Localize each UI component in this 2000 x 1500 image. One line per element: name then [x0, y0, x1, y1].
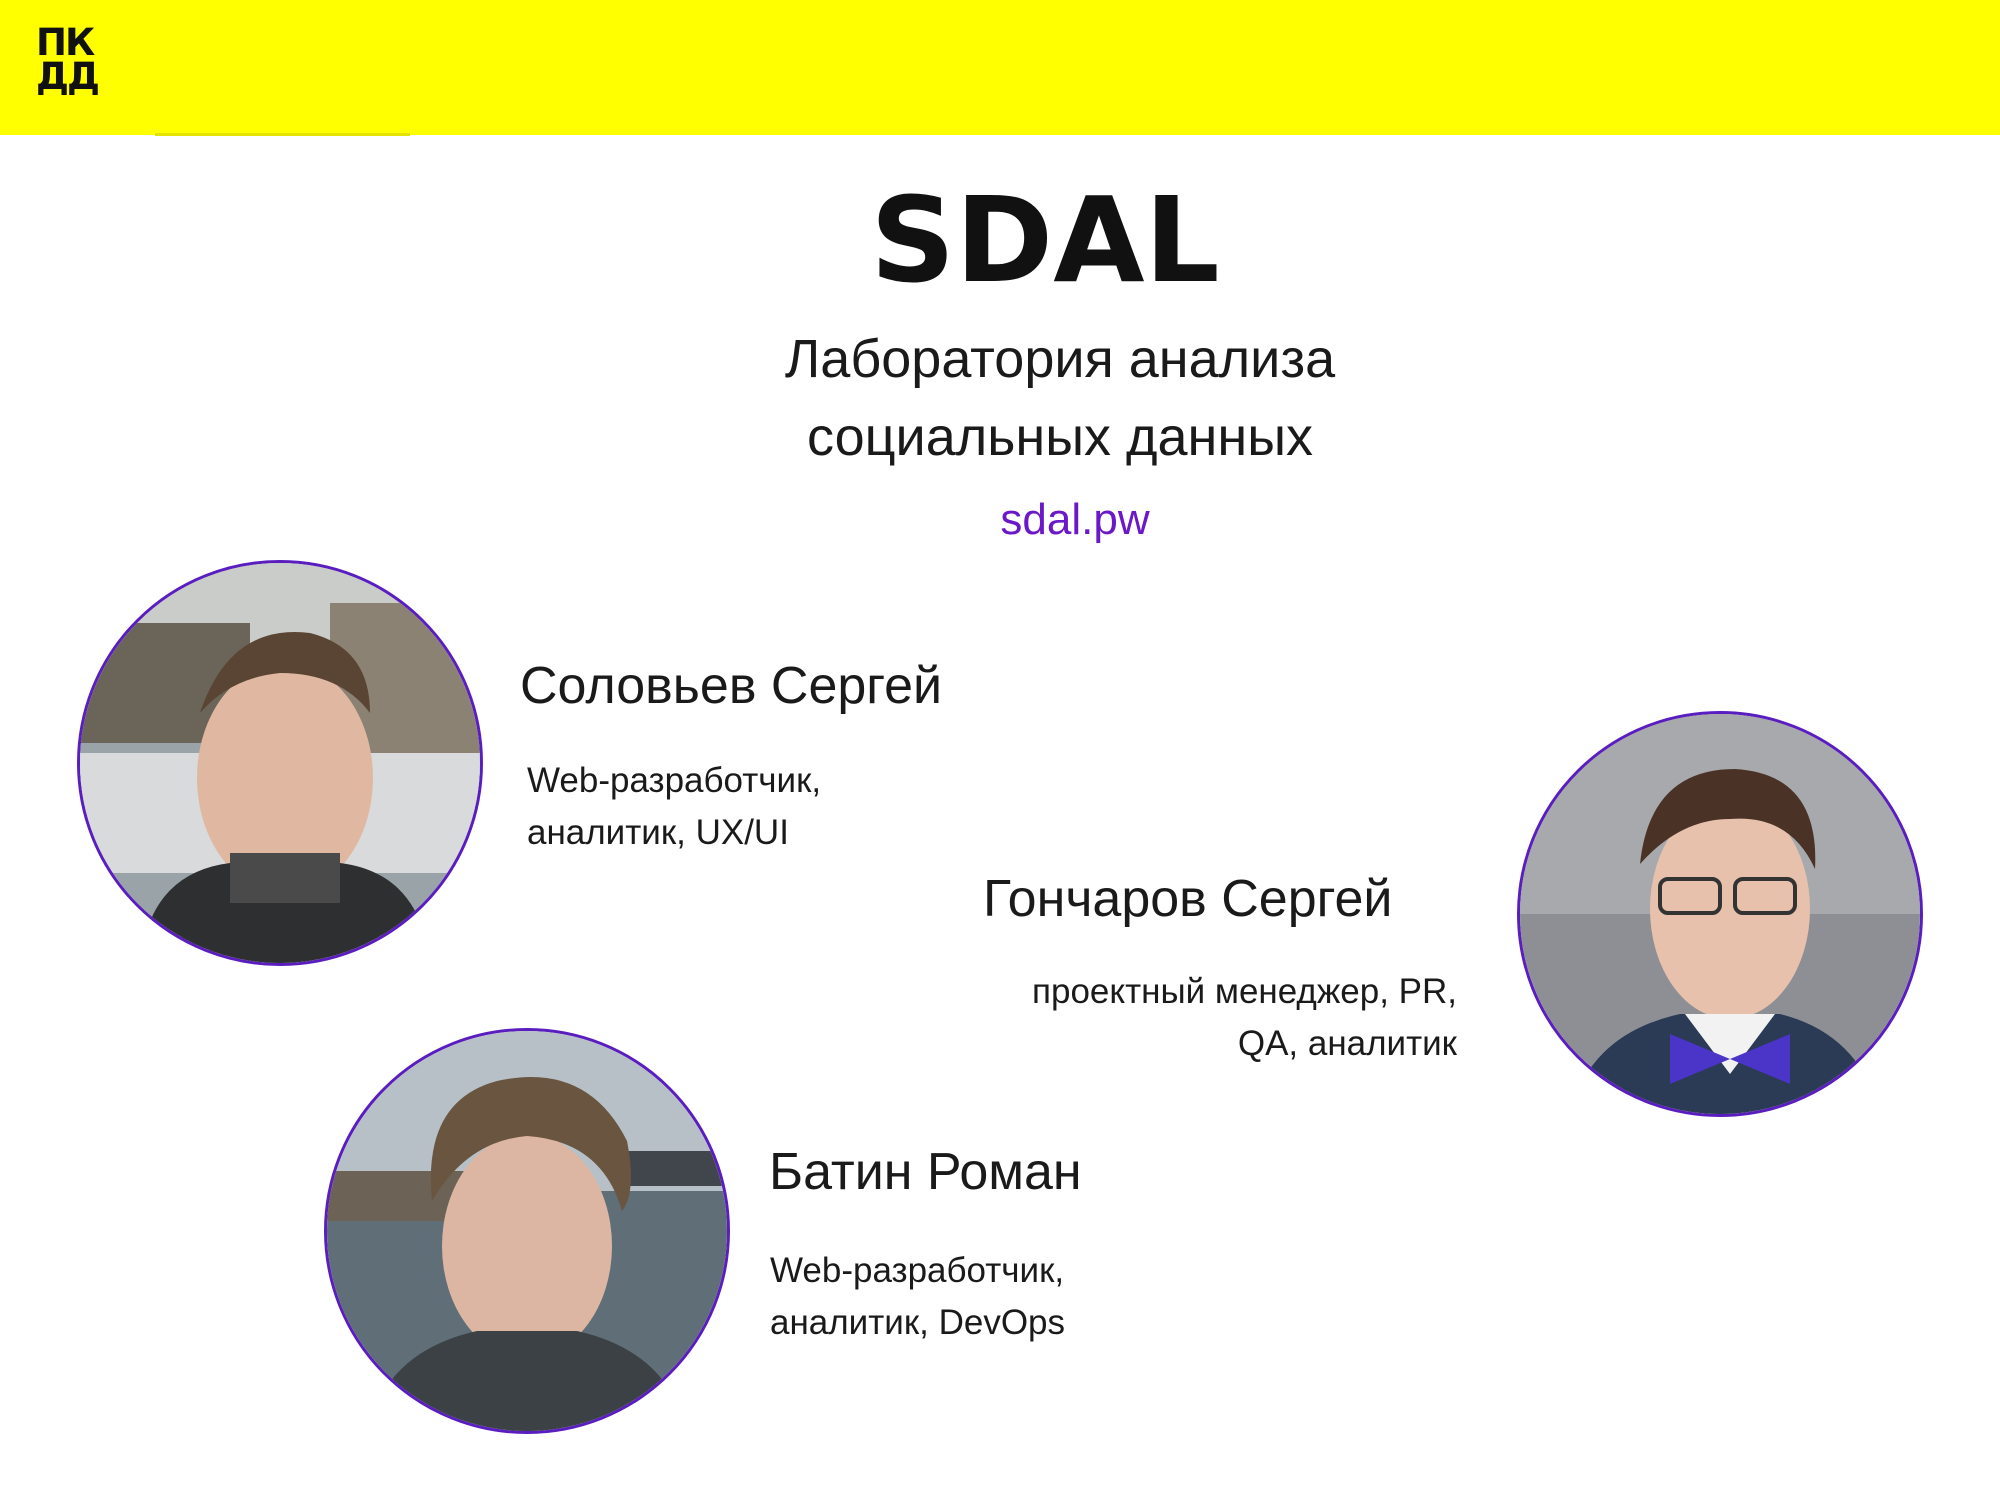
member-1-name: Соловьев Сергей: [520, 657, 943, 715]
subtitle-line-2: социальных данных: [806, 407, 1314, 467]
member-3-photo: [324, 1028, 730, 1434]
logo-line-2: ДД: [36, 55, 100, 98]
member-3-role-line-1: Web-разработчик,: [770, 1251, 1065, 1290]
slide-subtitle: Лаборатория анализа социальных данных: [0, 320, 2000, 476]
member-2-role: проектный менеджер, PR, QA, аналитик: [900, 966, 1457, 1070]
member-1-photo: [77, 560, 483, 966]
top-header-bar: [0, 0, 2000, 135]
subtitle-line-1: Лаборатория анализа: [784, 329, 1336, 389]
member-2-role-line-2: QA, аналитик: [1237, 1024, 1457, 1063]
slide-title: SDAL: [870, 171, 1220, 309]
member-2-role-line-1: проектный менеджер, PR,: [1032, 972, 1457, 1011]
pkdd-logo: ПК ДД: [36, 24, 120, 100]
member-2-name: Гончаров Сергей: [983, 870, 1393, 928]
member-3-name: Батин Роман: [769, 1143, 1082, 1201]
header-bar-accent: [155, 133, 410, 136]
member-1-role-line-2: аналитик, UX/UI: [527, 813, 789, 852]
member-3-role-line-2: аналитик, DevOps: [770, 1303, 1066, 1342]
website-link[interactable]: sdal.pw: [0, 492, 2000, 548]
member-1-role-line-1: Web-разработчик,: [527, 761, 822, 800]
member-2-photo: [1517, 711, 1923, 1117]
member-1-role: Web-разработчик, аналитик, UX/UI: [527, 755, 821, 859]
member-3-role: Web-разработчик, аналитик, DevOps: [770, 1245, 1065, 1349]
